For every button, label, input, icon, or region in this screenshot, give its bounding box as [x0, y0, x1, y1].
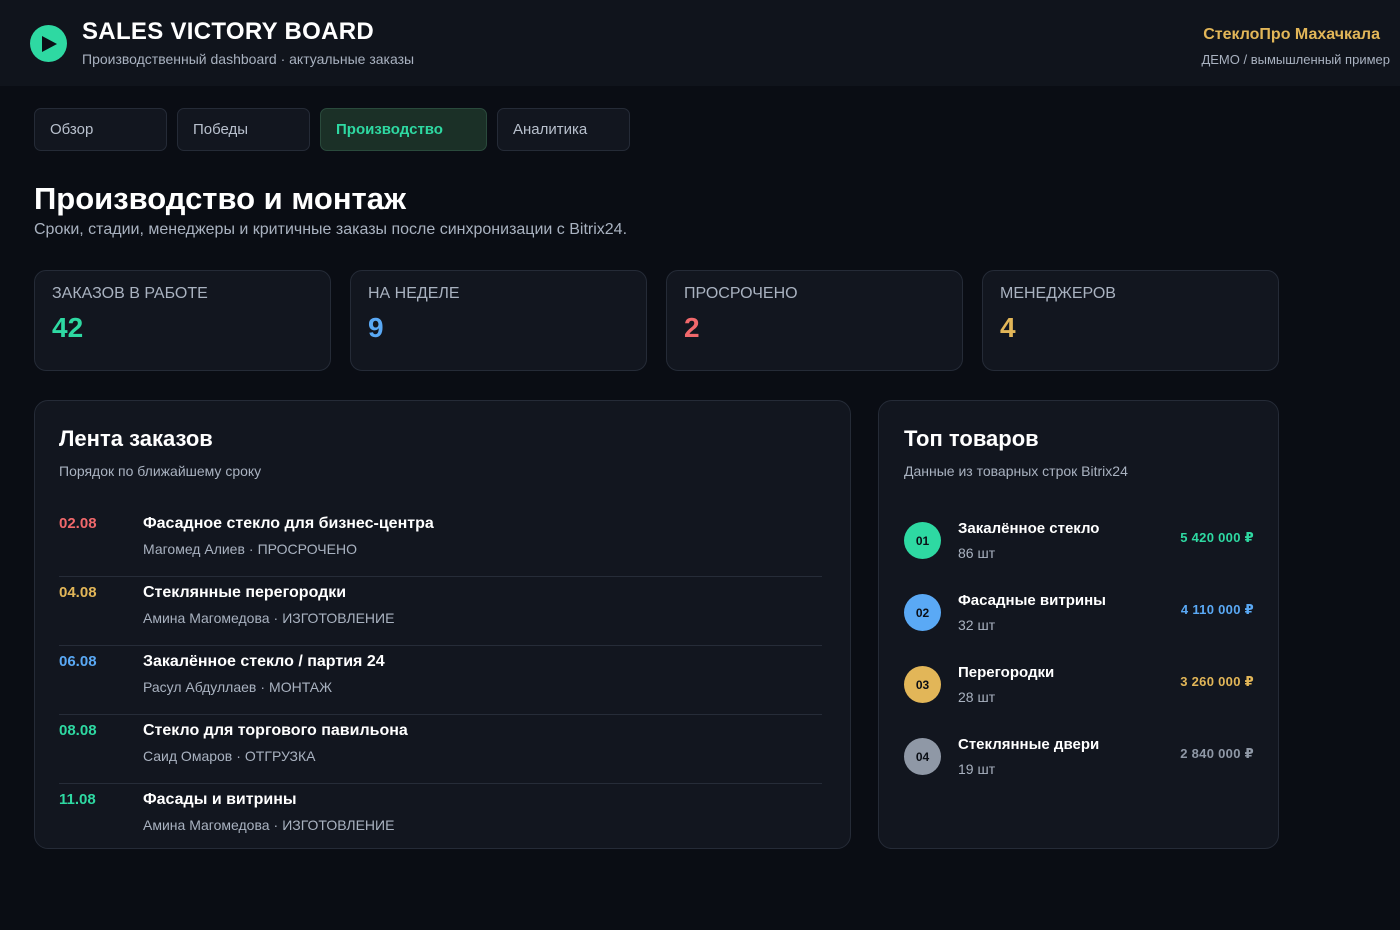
page-subtitle: Сроки, стадии, менеджеры и критичные зак…: [34, 221, 628, 238]
order-name: Стеклянные перегородки: [143, 584, 347, 601]
order-row[interactable]: 11.08 Фасады и витрины Амина Магомедова ·…: [59, 784, 822, 848]
product-sum: 2 840 000 ₽: [1180, 746, 1254, 761]
order-row[interactable]: 06.08 Закалённое стекло / партия 24 Расу…: [59, 646, 822, 715]
order-row[interactable]: 02.08 Фасадное стекло для бизнес-центра …: [59, 508, 822, 577]
order-manager: Расул Абдуллаев: [143, 679, 257, 695]
order-date: 08.08: [59, 722, 97, 739]
stat-value: 4: [1000, 312, 1016, 343]
orders-panel-title: Лента заказов: [59, 426, 213, 451]
orders-panel: Лента заказов Порядок по ближайшему срок…: [34, 400, 851, 849]
products-panel-subtitle: Данные из товарных строк Bitrix24: [904, 463, 1128, 479]
company-name: СтеклоПро Махачкала: [1203, 26, 1380, 43]
stat-label: НА НЕДЕЛЕ: [368, 285, 460, 302]
order-meta: Расул Абдуллаев · МОНТАЖ: [143, 679, 332, 695]
stat-label: ПРОСРОЧЕНО: [684, 285, 798, 302]
orders-panel-subtitle: Порядок по ближайшему сроку: [59, 463, 262, 479]
product-name: Перегородки: [958, 664, 1055, 681]
order-status: ОТГРУЗКА: [244, 748, 316, 764]
order-name: Фасадное стекло для бизнес-центра: [143, 515, 434, 532]
demo-note: ДЕМО / вымышленный пример: [1201, 52, 1390, 67]
page-title: Производство и монтаж: [34, 181, 406, 216]
order-name: Фасады и витрины: [143, 791, 297, 808]
order-date: 02.08: [59, 515, 97, 532]
product-row[interactable]: 04 Стеклянные двери 19 шт 2 840 000 ₽: [904, 736, 1254, 796]
stat-label: ЗАКАЗОВ В РАБОТЕ: [52, 285, 208, 302]
tab-wins[interactable]: Победы: [177, 108, 310, 151]
order-manager: Амина Магомедова: [143, 610, 270, 626]
product-row[interactable]: 01 Закалённое стекло 86 шт 5 420 000 ₽: [904, 520, 1254, 580]
product-row[interactable]: 03 Перегородки 28 шт 3 260 000 ₽: [904, 664, 1254, 724]
tab-bar: Обзор Победы Производство Аналитика: [34, 108, 630, 151]
stat-card-this-week: НА НЕДЕЛЕ 9: [350, 270, 647, 371]
order-separator: ·: [273, 817, 279, 833]
order-separator: ·: [248, 541, 254, 557]
order-status: ИЗГОТОВЛЕНИЕ: [282, 610, 395, 626]
product-sum: 5 420 000 ₽: [1180, 530, 1254, 545]
rank-badge: 03: [904, 666, 941, 703]
product-qty: 28 шт: [958, 689, 996, 705]
order-name: Закалённое стекло / партия 24: [143, 653, 385, 670]
order-meta: Амина Магомедова · ИЗГОТОВЛЕНИЕ: [143, 817, 394, 833]
order-row[interactable]: 08.08 Стекло для торгового павильона Саи…: [59, 715, 822, 784]
order-name: Стекло для торгового павильона: [143, 722, 408, 739]
order-date: 11.08: [59, 791, 96, 808]
order-separator: ·: [273, 610, 279, 626]
order-manager: Саид Омаров: [143, 748, 233, 764]
order-status: ИЗГОТОВЛЕНИЕ: [282, 817, 395, 833]
order-row[interactable]: 04.08 Стеклянные перегородки Амина Магом…: [59, 577, 822, 646]
stat-label: МЕНЕДЖЕРОВ: [1000, 285, 1116, 302]
stat-value: 2: [684, 312, 700, 343]
order-status: МОНТАЖ: [269, 679, 333, 695]
stat-card-managers: МЕНЕДЖЕРОВ 4: [982, 270, 1279, 371]
top-bar: SALES VICTORY BOARD Производственный das…: [0, 0, 1400, 86]
rank-badge: 01: [904, 522, 941, 559]
order-meta: Магомед Алиев · ПРОСРОЧЕНО: [143, 541, 357, 557]
order-manager: Магомед Алиев: [143, 541, 245, 557]
tab-production[interactable]: Производство: [320, 108, 487, 151]
stat-card-overdue: ПРОСРОЧЕНО 2: [666, 270, 963, 371]
rank-badge: 04: [904, 738, 941, 775]
tab-analytics[interactable]: Аналитика: [497, 108, 630, 151]
play-icon: [30, 25, 67, 62]
product-qty: 32 шт: [958, 617, 996, 633]
product-name: Фасадные витрины: [958, 592, 1106, 609]
product-name: Закалённое стекло: [958, 520, 1100, 537]
order-status: ПРОСРОЧЕНО: [257, 541, 357, 557]
app-title: SALES VICTORY BOARD: [82, 18, 374, 45]
order-meta: Саид Омаров · ОТГРУЗКА: [143, 748, 316, 764]
stat-value: 9: [368, 312, 384, 343]
product-row[interactable]: 02 Фасадные витрины 32 шт 4 110 000 ₽: [904, 592, 1254, 652]
order-separator: ·: [260, 679, 266, 695]
order-meta: Амина Магомедова · ИЗГОТОВЛЕНИЕ: [143, 610, 394, 626]
order-date: 06.08: [59, 653, 97, 670]
order-manager: Амина Магомедова: [143, 817, 270, 833]
order-separator: ·: [236, 748, 241, 764]
order-date: 04.08: [59, 584, 97, 601]
product-sum: 3 260 000 ₽: [1180, 674, 1254, 689]
stat-card-in-progress: ЗАКАЗОВ В РАБОТЕ 42: [34, 270, 331, 371]
stat-value: 42: [52, 312, 84, 343]
product-qty: 86 шт: [958, 545, 996, 561]
rank-badge: 02: [904, 594, 941, 631]
tab-overview[interactable]: Обзор: [34, 108, 167, 151]
product-qty: 19 шт: [958, 761, 996, 777]
products-panel-title: Топ товаров: [904, 426, 1039, 451]
product-sum: 4 110 000 ₽: [1180, 602, 1254, 617]
products-panel: Топ товаров Данные из товарных строк Bit…: [878, 400, 1279, 849]
product-name: Стеклянные двери: [958, 736, 1100, 753]
app-subtitle: Производственный dashboard · актуальные …: [82, 51, 415, 67]
